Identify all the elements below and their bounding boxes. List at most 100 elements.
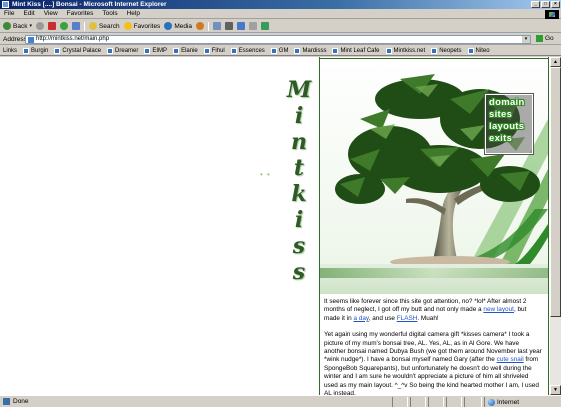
search-button[interactable]: Search [88, 22, 120, 30]
link-item[interactable]: Crystal Palace [54, 47, 101, 54]
minimize-button[interactable]: _ [531, 1, 540, 8]
address-url: http://mintkiss.net/main.php [36, 36, 110, 42]
link-item[interactable]: GM [270, 47, 289, 54]
favorites-label: Favorites [133, 22, 161, 30]
a-day-link[interactable]: a day [353, 315, 368, 322]
link-item[interactable]: Mardisss [294, 47, 327, 54]
refresh-icon[interactable] [59, 22, 68, 30]
nav-link-exits[interactable]: exits [489, 133, 529, 145]
vertical-scrollbar[interactable]: ▲ ▼ [550, 57, 561, 395]
address-dropdown-icon[interactable]: ▾ [522, 36, 530, 43]
maximize-button[interactable]: □ [541, 1, 550, 8]
link-item[interactable]: Essences [230, 47, 265, 54]
post-paragraph: It seems like forever since this site go… [324, 298, 542, 323]
link-page-icon [23, 47, 30, 54]
cute-snail-link[interactable]: cute snail [497, 356, 524, 363]
address-label: Address [3, 35, 27, 43]
nav-link-domain[interactable]: domain [489, 97, 529, 109]
title-letter: i [294, 207, 304, 233]
history-icon[interactable] [196, 22, 205, 30]
link-item[interactable]: Burgin [23, 47, 48, 54]
go-button[interactable]: Go [536, 35, 554, 42]
forward-arrow-icon [35, 22, 44, 30]
discuss-icon[interactable] [249, 22, 258, 30]
window-titlebar: Mint Kiss [....] Bonsai - Microsoft Inte… [0, 0, 561, 9]
menu-file[interactable]: File [4, 10, 14, 17]
link-label: EIMP [152, 47, 168, 54]
link-label: Fihul [211, 47, 225, 54]
page-done-icon [3, 398, 10, 405]
back-button[interactable]: Back ▾ [3, 22, 32, 30]
nav-link-sites[interactable]: sites [489, 109, 529, 121]
print-icon[interactable] [225, 22, 234, 30]
bonsai-header-image [320, 59, 548, 264]
link-item[interactable]: Fihul [203, 47, 225, 54]
status-cell [410, 397, 426, 407]
scroll-thumb[interactable] [550, 67, 561, 317]
back-dropdown-icon[interactable]: ▾ [29, 23, 32, 29]
new-layout-link[interactable]: new layout [483, 306, 514, 313]
link-page-icon [385, 47, 392, 54]
media-button[interactable]: Media [164, 22, 192, 30]
page-viewport[interactable]: M i n t k i s s • • domain sites layouts… [0, 57, 550, 395]
link-item[interactable]: Elanie [173, 47, 198, 54]
link-page-icon [332, 47, 339, 54]
menu-help[interactable]: Help [127, 10, 140, 17]
frame-right-border [548, 57, 549, 395]
post-paragraph: Yet again using my wonderful digital cam… [324, 331, 542, 395]
links-bar: Links Burgin Crystal Palace Dreamer EIMP… [0, 46, 561, 56]
status-text: Done [13, 398, 29, 405]
nav-link-layouts[interactable]: layouts [489, 121, 529, 133]
zone-label: Internet [497, 398, 520, 406]
status-cell [446, 397, 462, 407]
title-letter: n [291, 129, 307, 155]
mail-icon[interactable] [213, 22, 222, 30]
site-title-vertical: M i n t k i s s [284, 77, 314, 285]
address-input[interactable]: http://mintkiss.net/main.php ▾ [25, 35, 531, 44]
link-label: GM [278, 47, 289, 54]
favorites-button[interactable]: Favorites [123, 22, 161, 30]
link-item[interactable]: Neopets [431, 47, 462, 54]
link-item[interactable]: Mintkiss.net [385, 47, 425, 54]
link-page-icon [173, 47, 180, 54]
link-label: Mardisss [302, 47, 327, 54]
link-label: Elanie [181, 47, 198, 54]
status-bar: Done Internet [0, 395, 561, 407]
title-letter: s [292, 259, 306, 285]
ie-app-icon [2, 1, 9, 8]
go-arrow-icon [536, 35, 543, 42]
nav-menu-box: domain sites layouts exits [484, 93, 534, 155]
link-item[interactable]: EIMP [144, 47, 168, 54]
post-text: . Muah! [417, 314, 439, 322]
scroll-down-icon[interactable]: ▼ [550, 385, 561, 395]
menu-edit[interactable]: Edit [23, 10, 34, 17]
window-title: Mint Kiss [....] Bonsai - Microsoft Inte… [12, 1, 167, 8]
status-cell [464, 397, 482, 407]
menu-view[interactable]: View [44, 10, 58, 17]
title-letter: k [291, 181, 307, 207]
home-icon[interactable] [71, 22, 80, 30]
flash-link[interactable]: FLASH [397, 315, 418, 322]
toolbar-separator [208, 21, 210, 31]
link-label: Niteo [475, 47, 490, 54]
title-letter: t [293, 155, 305, 181]
link-label: Neopets [439, 47, 462, 54]
scroll-up-icon[interactable]: ▲ [550, 57, 561, 67]
stop-icon[interactable] [47, 22, 56, 30]
menu-tools[interactable]: Tools [102, 10, 117, 17]
close-button[interactable]: × [551, 1, 560, 8]
link-item[interactable]: Mint Leaf Cafe [332, 47, 380, 54]
link-page-icon [144, 47, 151, 54]
search-icon [88, 22, 97, 30]
link-item[interactable]: Dreamer [107, 47, 138, 54]
content-panel: It seems like forever since this site go… [320, 264, 548, 395]
messenger-icon[interactable] [261, 22, 270, 30]
link-item[interactable]: Niteo [467, 47, 490, 54]
link-page-icon [107, 47, 114, 54]
menu-favorites[interactable]: Favorites [67, 10, 94, 17]
edit-icon[interactable] [237, 22, 246, 30]
forward-button[interactable] [35, 22, 44, 30]
post-text: , and use [368, 314, 397, 322]
globe-icon [488, 398, 495, 406]
status-cell [428, 397, 444, 407]
